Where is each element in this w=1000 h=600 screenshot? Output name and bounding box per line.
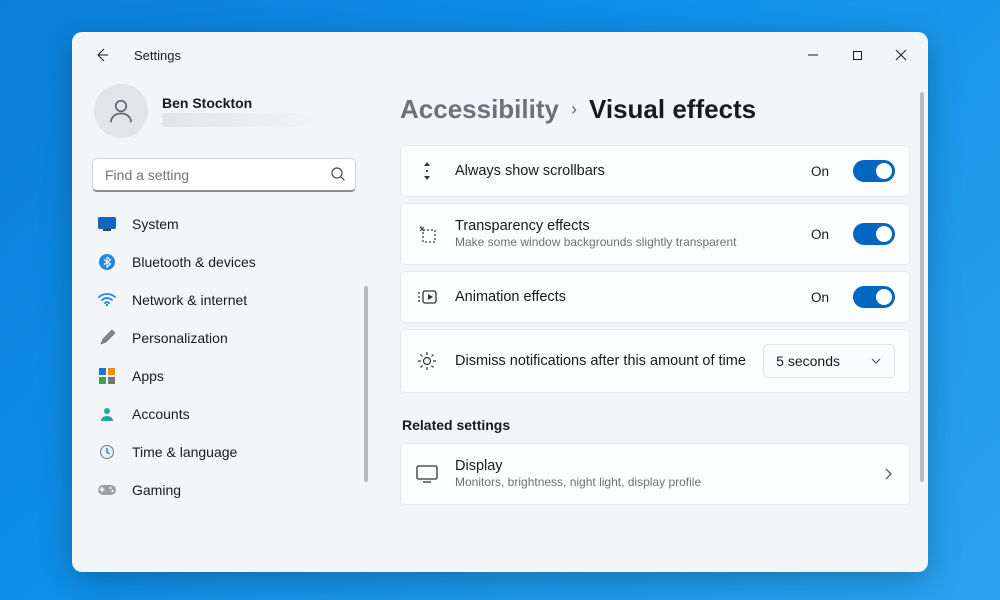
scrollbar-icon [415,161,439,181]
related-display[interactable]: Display Monitors, brightness, night ligh… [400,443,910,505]
avatar [94,84,148,138]
setting-transparency: Transparency effects Make some window ba… [400,203,910,265]
nav-label: System [132,216,179,232]
settings-window: Settings Ben Stockton [72,32,928,572]
related-heading: Related settings [402,417,910,433]
nav-item-time-language[interactable]: Time & language [88,434,360,470]
nav-label: Personalization [132,330,228,346]
nav-item-accounts[interactable]: Accounts [88,396,360,432]
related-title: Display [455,458,865,474]
search-input[interactable] [92,158,356,192]
toggle-state: On [811,164,829,179]
nav-item-personalization[interactable]: Personalization [88,320,360,356]
close-icon [895,49,907,61]
page-title: Visual effects [589,94,756,125]
brightness-icon [415,351,439,371]
back-button[interactable] [88,41,116,69]
animation-icon [415,289,439,305]
sidebar: Ben Stockton System Bluetooth & devices [72,78,372,572]
toggle-scrollbars[interactable] [853,160,895,182]
nav-label: Time & language [132,444,237,460]
window-title: Settings [134,48,181,63]
nav-label: Network & internet [132,292,247,308]
search-box[interactable] [92,158,356,192]
wifi-icon [98,291,116,309]
setting-title: Transparency effects [455,218,795,234]
setting-title: Dismiss notifications after this amount … [455,353,747,369]
setting-title: Animation effects [455,289,795,305]
setting-dismiss-notifications: Dismiss notifications after this amount … [400,329,910,393]
display-icon [415,465,439,483]
minimize-button[interactable] [794,40,832,70]
sidebar-scrollbar[interactable] [364,286,368,482]
person-icon [106,96,136,126]
main-scrollbar[interactable] [920,92,924,482]
nav-item-gaming[interactable]: Gaming [88,472,360,508]
system-icon [98,215,116,233]
user-email-redacted [162,113,332,127]
chevron-right-icon: › [571,99,577,120]
dismiss-time-dropdown[interactable]: 5 seconds [763,344,895,378]
nav-item-bluetooth[interactable]: Bluetooth & devices [88,244,360,280]
accounts-icon [98,405,116,423]
gaming-icon [98,481,116,499]
toggle-state: On [811,290,829,305]
user-name: Ben Stockton [162,95,332,111]
nav-item-system[interactable]: System [88,206,360,242]
chevron-down-icon [870,355,882,367]
nav-label: Apps [132,368,164,384]
arrow-left-icon [94,47,110,63]
breadcrumb-parent[interactable]: Accessibility [400,94,559,125]
transparency-icon [415,224,439,244]
nav-list: System Bluetooth & devices Network & int… [88,206,360,560]
main-content: Accessibility › Visual effects Always sh… [372,78,928,572]
nav-item-network[interactable]: Network & internet [88,282,360,318]
close-button[interactable] [882,40,920,70]
toggle-transparency[interactable] [853,223,895,245]
brush-icon [98,329,116,347]
maximize-button[interactable] [838,40,876,70]
setting-subtitle: Make some window backgrounds slightly tr… [455,234,795,250]
toggle-state: On [811,227,829,242]
breadcrumb: Accessibility › Visual effects [400,94,910,125]
search-icon [330,166,346,187]
nav-label: Bluetooth & devices [132,254,256,270]
related-subtitle: Monitors, brightness, night light, displ… [455,474,865,490]
setting-title: Always show scrollbars [455,163,795,179]
user-profile[interactable]: Ben Stockton [88,78,360,152]
nav-label: Gaming [132,482,181,498]
toggle-animation[interactable] [853,286,895,308]
maximize-icon [852,50,863,61]
setting-animation: Animation effects On [400,271,910,323]
chevron-right-icon [881,467,895,481]
clock-icon [98,443,116,461]
apps-icon [98,367,116,385]
nav-item-apps[interactable]: Apps [88,358,360,394]
bluetooth-icon [98,253,116,271]
titlebar: Settings [72,32,928,78]
minimize-icon [807,49,819,61]
nav-label: Accounts [132,406,190,422]
dropdown-value: 5 seconds [776,353,840,369]
setting-scrollbars: Always show scrollbars On [400,145,910,197]
